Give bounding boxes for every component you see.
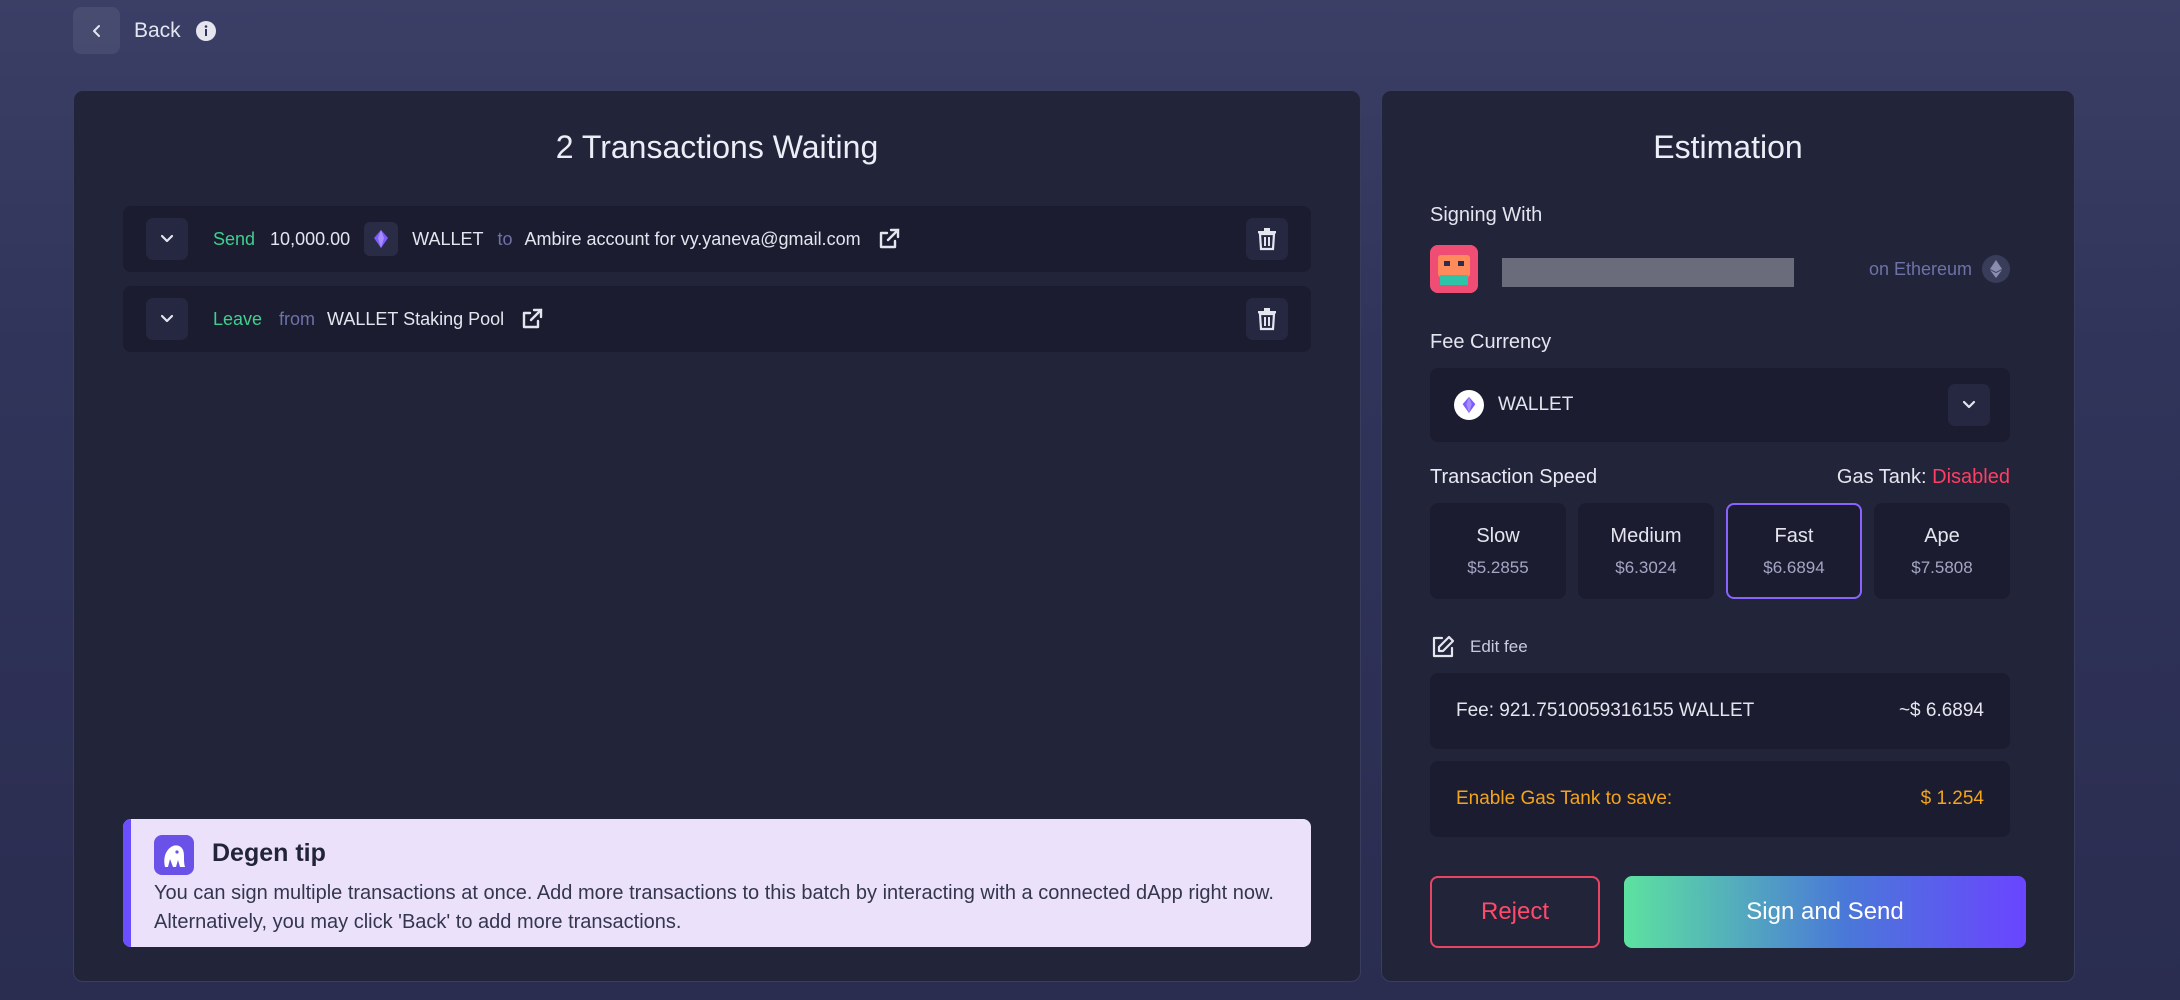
fee-summary: Fee: 921.7510059316155 WALLET ~$ 6.6894 [1430,673,2010,749]
speed-name: Medium [1610,524,1682,547]
delete-transaction-button[interactable] [1246,218,1288,260]
gorilla-icon [154,835,194,875]
account-address-masked [1502,258,1794,287]
top-bar: Back [73,7,217,54]
gas-tank-disabled: Disabled [1932,466,2010,488]
network-label: on Ethereum [1868,258,1972,279]
chevron-down-icon[interactable] [1948,384,1990,426]
trash-icon [1258,228,1276,251]
transaction-speed-label: Transaction Speed [1430,466,1598,488]
speed-price: $7.5808 [1911,557,1973,577]
tip-accent-bar [123,819,131,947]
tx-token: WALLET [412,228,484,249]
expand-button[interactable] [146,218,188,260]
edit-icon [1432,635,1455,658]
external-link-icon[interactable] [520,307,544,331]
reject-button[interactable]: Reject [1430,876,1600,948]
expand-button[interactable] [146,298,188,340]
ethereum-icon [1982,255,2010,283]
tx-preposition: from [279,308,316,329]
speed-name: Slow [1476,524,1520,547]
tx-target: WALLET Staking Pool [327,308,505,329]
edit-fee-button[interactable]: Edit fee [1430,634,1528,660]
signer-row: on Ethereum [1430,245,2010,293]
back-label[interactable]: Back [134,19,181,43]
avatar [1430,245,1478,293]
chevron-down-icon [160,234,174,243]
speed-option-medium[interactable]: Medium $6.3024 [1578,503,1714,599]
estimation-panel: Estimation Signing With on Ethereum Fee … [1381,90,2075,982]
gas-tank-status: Gas Tank: Disabled [1837,466,2010,489]
delete-transaction-button[interactable] [1246,298,1288,340]
tx-action: Leave [213,308,263,329]
info-icon[interactable] [195,20,217,42]
fee-currency-select[interactable]: WALLET [1430,368,2010,442]
save-amount: $ 1.254 [1920,788,1984,809]
fee-usd: ~$ 6.6894 [1898,700,1984,721]
tx-action: Send [213,228,256,249]
fee-text: Fee: 921.7510059316155 WALLET [1456,700,1755,721]
external-link-icon[interactable] [877,227,901,251]
speed-price: $5.2855 [1467,557,1529,577]
tx-preposition: to [497,228,513,249]
transaction-row: Send 10,000.00 WALLET to Ambire account … [123,206,1311,272]
save-text: Enable Gas Tank to save: [1456,788,1673,809]
transaction-row: Leave from WALLET Staking Pool [123,286,1311,352]
tip-title: Degen tip [212,839,326,867]
tip-text: You can sign multiple transactions at on… [154,882,1274,933]
speed-price: $6.6894 [1763,557,1825,577]
tx-target: Ambire account for vy.yaneva@gmail.com [524,228,861,249]
speed-name: Fast [1774,524,1814,547]
speed-header: Transaction Speed Gas Tank: Disabled [1430,466,2010,489]
speed-option-fast[interactable]: Fast $6.6894 [1726,503,1862,599]
sign-and-send-button[interactable]: Sign and Send [1624,876,2026,948]
edit-fee-label: Edit fee [1470,637,1528,656]
transactions-title: 2 Transactions Waiting [555,129,879,165]
fee-currency-label: Fee Currency [1430,331,1552,353]
transactions-panel: 2 Transactions Waiting Send 10,000.00 WA… [73,90,1361,982]
gas-tank-savings: Enable Gas Tank to save: $ 1.254 [1430,761,2010,837]
chevron-left-icon [92,24,100,37]
speed-name: Ape [1924,524,1960,547]
chevron-down-icon [160,314,174,323]
speed-price: $6.3024 [1615,557,1677,577]
degen-tip: Degen tip You can sign multiple transact… [123,819,1311,947]
speed-option-ape[interactable]: Ape $7.5808 [1874,503,2010,599]
speed-option-slow[interactable]: Slow $5.2855 [1430,503,1566,599]
trash-icon [1258,308,1276,331]
estimation-title: Estimation [1653,129,1803,165]
back-button[interactable] [73,7,120,54]
signing-with-label: Signing With [1430,204,1543,226]
speed-options: Slow $5.2855 Medium $6.3024 Fast $6.6894… [1430,503,2010,599]
gas-tank-label: Gas Tank: [1836,466,1927,488]
network-indicator: on Ethereum [1869,255,2010,283]
wallet-token-icon [364,222,399,256]
tx-amount: 10,000.00 [270,228,351,249]
wallet-token-icon [1454,390,1484,420]
fee-currency-value: WALLET [1498,394,1574,415]
